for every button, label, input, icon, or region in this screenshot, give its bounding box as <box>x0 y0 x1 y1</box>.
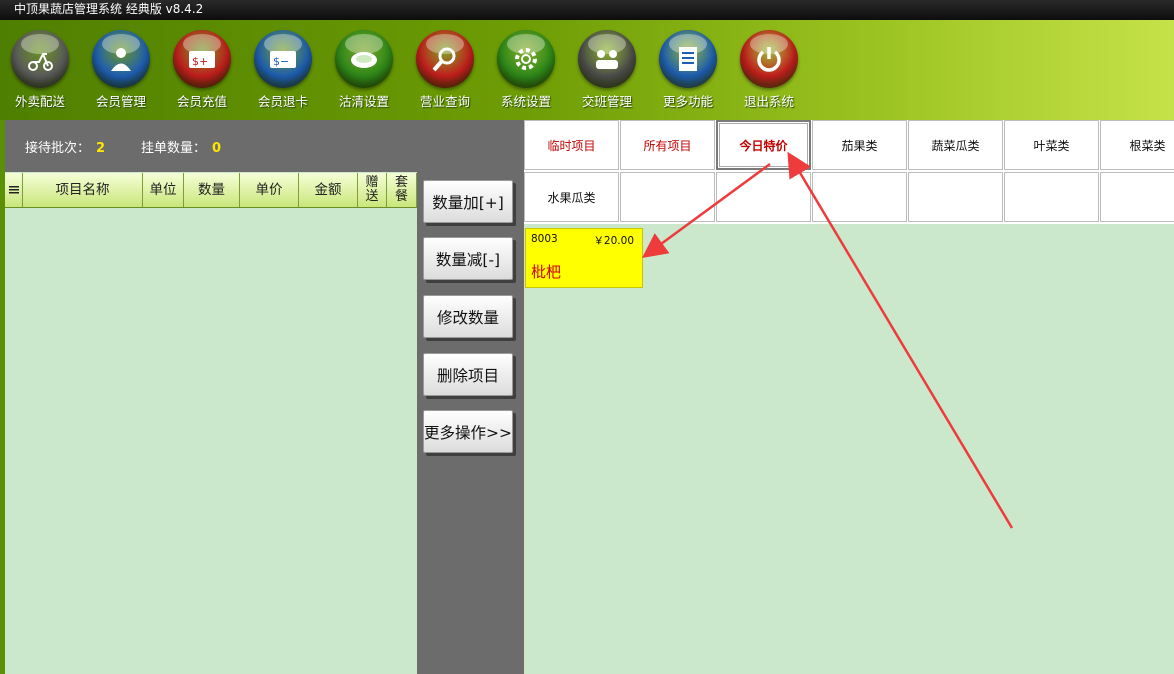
toolbar-button-label: 更多功能 <box>662 94 713 109</box>
wait-batch-value: 2 <box>96 141 106 156</box>
wait-batch-info: 接待批次： 2 <box>25 137 105 156</box>
category-tab-row1-0[interactable]: 临时项目 <box>524 120 619 170</box>
toolbar-button-label: 外卖配送 <box>14 94 65 109</box>
category-tab-row2-2[interactable] <box>716 172 811 222</box>
column-header-amount[interactable]: 金额 <box>299 173 358 207</box>
order-info-bar: 接待批次： 2 挂单数量： 0 <box>5 120 417 172</box>
category-tab-row1-2[interactable]: 今日特价 <box>716 120 811 170</box>
toolbar-button-label: 会员退卡 <box>257 94 308 109</box>
product-name: 枇杷 <box>531 263 562 281</box>
hold-count-info: 挂单数量： 0 <box>141 137 221 156</box>
product-code: 8003 <box>531 233 558 245</box>
menu-icon[interactable] <box>5 173 23 207</box>
toolbar-button-2[interactable]: $+ 会员充值 <box>162 30 242 118</box>
category-tab-row2-3[interactable] <box>812 172 907 222</box>
column-header-gift[interactable]: 赠送 <box>358 173 387 207</box>
category-tab-row2-1[interactable] <box>620 172 715 222</box>
gear-icon <box>497 30 555 88</box>
window-title-bar: 中顶果蔬店管理系统 经典版 v8.4.2 <box>0 0 1174 20</box>
toolbar-button-8[interactable]: 更多功能 <box>648 30 728 118</box>
toolbar-button-label: 沽清设置 <box>338 94 389 109</box>
column-header-price[interactable]: 单价 <box>240 173 299 207</box>
toolbar-button-7[interactable]: 交班管理 <box>567 30 647 118</box>
toolbar-button-4[interactable]: 沽清设置 <box>324 30 404 118</box>
product-panel: 临时项目 所有项目 今日特价 茄果类 蔬菜瓜类 叶菜类 根菜类水果瓜类 8003 ￥20.0… <box>524 120 1174 674</box>
toolbar-button-5[interactable]: 营业查询 <box>405 30 485 118</box>
column-header-combo-label: 套餐 <box>394 175 408 204</box>
quantity-decrease-button[interactable]: 数量减[-] <box>423 237 513 280</box>
category-tab-row1-4[interactable]: 蔬菜瓜类 <box>908 120 1003 170</box>
category-tab-row1-5[interactable]: 叶菜类 <box>1004 120 1099 170</box>
plate-icon <box>335 30 393 88</box>
product-price: ￥20.00 <box>593 235 634 247</box>
order-panel: 接待批次： 2 挂单数量： 0 项目名称 单位 数量 单价 金额 赠送 套餐 <box>0 120 417 674</box>
svg-text:$−: $− <box>273 55 289 68</box>
category-tab-row1-1[interactable]: 所有项目 <box>620 120 715 170</box>
people-icon <box>578 30 636 88</box>
category-grid: 临时项目 所有项目 今日特价 茄果类 蔬菜瓜类 叶菜类 根菜类水果瓜类 <box>524 120 1174 224</box>
toolbar-button-label: 系统设置 <box>500 94 551 109</box>
column-header-quantity[interactable]: 数量 <box>184 173 240 207</box>
toolbar-button-1[interactable]: 会员管理 <box>81 30 161 118</box>
toolbar-button-3[interactable]: $− 会员退卡 <box>243 30 323 118</box>
category-tab-row2-4[interactable] <box>908 172 1003 222</box>
person-icon <box>92 30 150 88</box>
product-tile[interactable]: 8003 ￥20.00 枇杷 <box>525 228 643 288</box>
more-actions-button[interactable]: 更多操作>> <box>423 410 513 453</box>
toolbar-button-label: 交班管理 <box>581 94 632 109</box>
main-toolbar: 外卖配送 会员管理 $+ 会员充值 $− 会员退卡 沽清设置 营业查询 系统设置 交班管理 更多功能… <box>0 20 1174 120</box>
toolbar-button-label: 会员管理 <box>95 94 146 109</box>
scooter-icon <box>11 30 69 88</box>
quantity-increase-button[interactable]: 数量加[+] <box>423 180 513 223</box>
category-tab-row2-6[interactable] <box>1100 172 1174 222</box>
column-header-name[interactable]: 项目名称 <box>23 173 143 207</box>
category-tab-row1-3[interactable]: 茄果类 <box>812 120 907 170</box>
modify-quantity-button[interactable]: 修改数量 <box>423 295 513 338</box>
delete-item-button[interactable]: 删除项目 <box>423 353 513 396</box>
column-header-gift-label: 赠送 <box>365 175 379 204</box>
wait-batch-label: 接待批次： <box>25 141 91 156</box>
toolbar-button-label: 营业查询 <box>419 94 470 109</box>
hold-count-value: 0 <box>212 141 222 156</box>
category-tab-row2-0[interactable]: 水果瓜类 <box>524 172 619 222</box>
toolbar-button-label: 退出系统 <box>743 94 794 109</box>
card-minus-icon: $− <box>254 30 312 88</box>
category-tab-row1-6[interactable]: 根菜类 <box>1100 120 1174 170</box>
card-plus-icon: $+ <box>173 30 231 88</box>
svg-text:$+: $+ <box>192 55 208 68</box>
toolbar-button-0[interactable]: 外卖配送 <box>0 30 80 118</box>
order-grid-header: 项目名称 单位 数量 单价 金额 赠送 套餐 <box>5 173 417 208</box>
column-header-unit[interactable]: 单位 <box>143 173 184 207</box>
list-icon <box>659 30 717 88</box>
toolbar-button-6[interactable]: 系统设置 <box>486 30 566 118</box>
window-title: 中顶果蔬店管理系统 经典版 v8.4.2 <box>14 2 204 16</box>
toolbar-button-9[interactable]: 退出系统 <box>729 30 809 118</box>
column-header-combo[interactable]: 套餐 <box>387 173 417 207</box>
hold-count-label: 挂单数量： <box>141 141 207 156</box>
search-icon <box>416 30 474 88</box>
action-panel: 数量加[+] 数量减[-] 修改数量 删除项目 更多操作>> <box>417 120 524 674</box>
category-tab-row2-5[interactable] <box>1004 172 1099 222</box>
toolbar-button-label: 会员充值 <box>176 94 227 109</box>
power-icon <box>740 30 798 88</box>
